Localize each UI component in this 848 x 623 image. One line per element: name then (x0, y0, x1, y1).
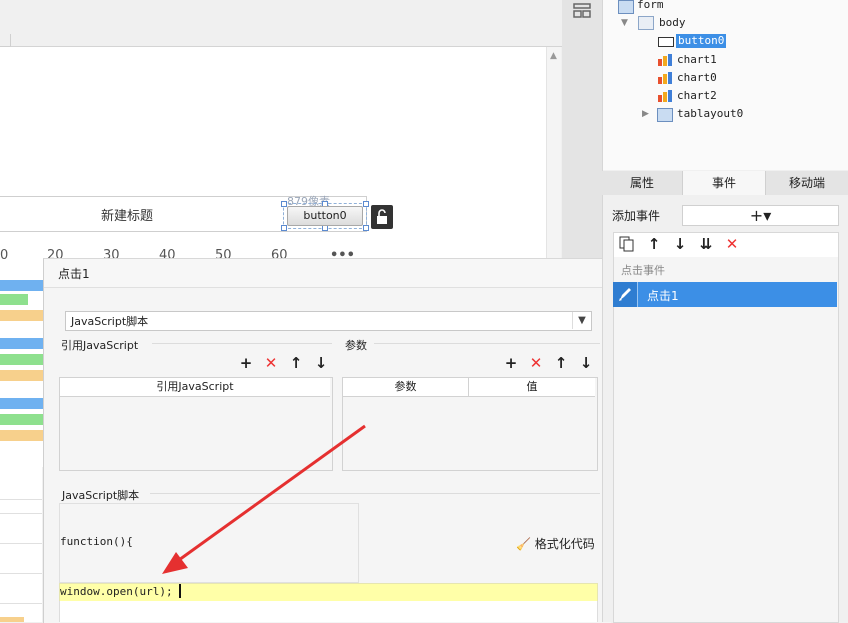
ref-js-column-header: 引用JavaScript (60, 378, 330, 397)
copy-icon[interactable] (619, 236, 635, 252)
body-node-icon (638, 16, 654, 30)
ref-js-section-title: 引用JavaScript (61, 339, 139, 352)
code-function-header: function(){ (60, 535, 133, 548)
tree-item-chart1[interactable]: chart1 (677, 53, 717, 67)
tree-item-body[interactable]: body (659, 16, 686, 30)
tree-item-button0[interactable]: button0 (676, 34, 727, 48)
add-event-button[interactable]: +▾ (682, 205, 839, 226)
scroll-up-arrow-icon[interactable]: ▲ (550, 52, 558, 61)
format-code-button[interactable]: 🧹 格式化代码 (516, 535, 595, 552)
layout-icon[interactable] (572, 2, 592, 20)
tab-mobile[interactable]: 移动端 (766, 171, 848, 195)
property-tabs: 属性 事件 移动端 (602, 171, 848, 195)
expand-arrow-icon[interactable]: ▼ (621, 18, 628, 28)
canvas-lower-area (0, 467, 42, 622)
tree-item-form[interactable]: form (637, 0, 664, 12)
event-category: 点击事件 (621, 264, 665, 277)
action-type-value: JavaScript脚本 (71, 315, 149, 328)
move-up-icon[interactable]: ↑ (646, 236, 662, 252)
tab-events[interactable]: 事件 (683, 171, 766, 195)
script-section-title: JavaScript脚本 (62, 489, 140, 502)
chart-node-icon (658, 54, 672, 66)
text-cursor (179, 584, 181, 598)
event-toolbar: ↑ ↓ ⇊ ✕ (613, 232, 839, 258)
axis-tick: 0 (0, 248, 9, 263)
collapse-arrow-icon[interactable]: ▶ (642, 109, 649, 119)
canvas-top-strip (0, 0, 562, 47)
broom-icon: 🧹 (516, 537, 531, 551)
edit-pencil-icon[interactable] (613, 282, 638, 307)
move-down-icon[interactable]: ↓ (313, 355, 329, 371)
delete-param-icon[interactable]: ✕ (528, 355, 544, 371)
param-column-header: 参数 (343, 378, 469, 397)
value-column-header: 值 (469, 378, 595, 397)
lock-icon[interactable] (371, 205, 393, 229)
format-code-label: 格式化代码 (534, 537, 595, 551)
chart-node-icon (658, 72, 672, 84)
button-node-icon (658, 37, 674, 47)
dialog-header (44, 259, 610, 288)
move-bottom-icon[interactable]: ⇊ (698, 236, 714, 252)
add-param-icon[interactable]: + (503, 355, 519, 371)
event-list (613, 257, 839, 623)
param-up-icon[interactable]: ↑ (553, 355, 569, 371)
event-item-label: 点击1 (647, 289, 679, 303)
tree-item-tablayout0[interactable]: tablayout0 (677, 107, 743, 121)
param-down-icon[interactable]: ↓ (578, 355, 594, 371)
canvas-button0[interactable]: button0 (287, 206, 363, 226)
chart-bars (0, 276, 43, 466)
tab-properties[interactable]: 属性 (602, 171, 683, 195)
move-up-icon[interactable]: ↑ (288, 355, 304, 371)
code-editor[interactable] (59, 601, 598, 622)
params-section-title: 参数 (345, 339, 367, 352)
chevron-down-icon[interactable]: ▼ (572, 312, 591, 329)
annotation-arrow (162, 424, 366, 574)
dialog-title: 点击1 (58, 267, 90, 281)
tree-item-chart2[interactable]: chart2 (677, 89, 717, 103)
code-line: window.open(url); (60, 585, 173, 598)
delete-icon[interactable]: ✕ (263, 355, 279, 371)
tree-item-chart0[interactable]: chart0 (677, 71, 717, 85)
delete-icon[interactable]: ✕ (724, 236, 740, 252)
move-down-icon[interactable]: ↓ (672, 236, 688, 252)
tablayout-node-icon (657, 108, 673, 122)
chart-node-icon (658, 90, 672, 102)
add-event-label: 添加事件 (612, 209, 661, 223)
canvas-title: 新建标题 (100, 209, 153, 224)
add-icon[interactable]: + (238, 355, 254, 371)
form-node-icon (618, 0, 634, 14)
